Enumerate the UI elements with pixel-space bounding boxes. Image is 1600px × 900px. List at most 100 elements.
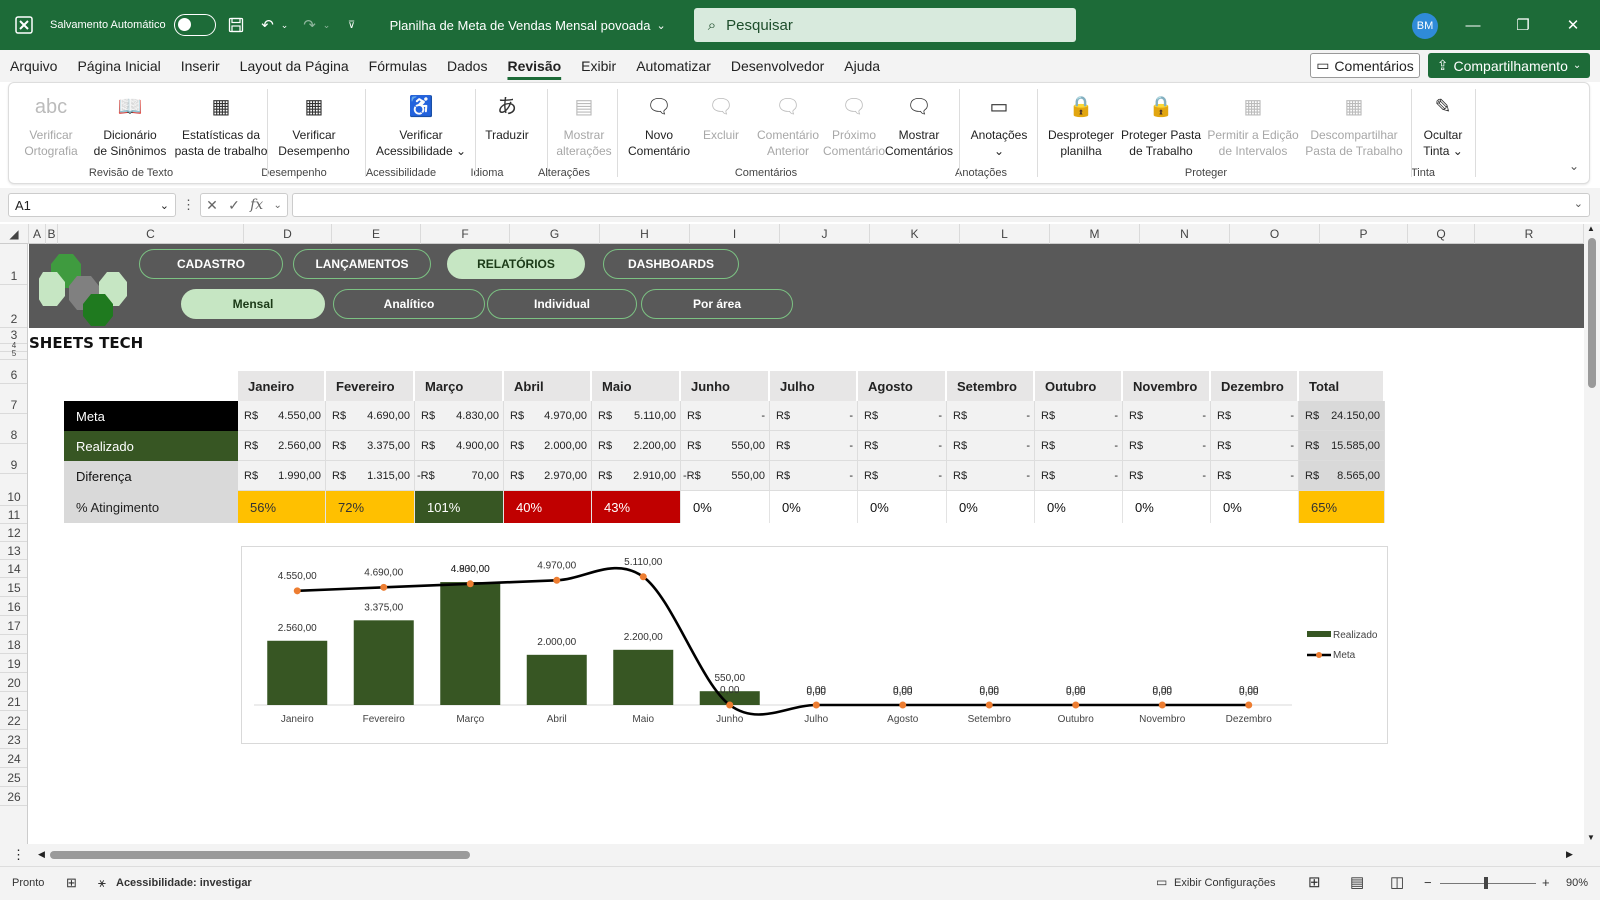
nav-top-2[interactable]: RELATÓRIOS — [447, 249, 585, 279]
pct-cell[interactable]: 0% — [1123, 491, 1211, 523]
column-header-I[interactable]: I — [690, 224, 780, 244]
document-title[interactable]: Planilha de Meta de Vendas Mensal povoad… — [390, 18, 666, 33]
sales-chart[interactable]: 2.560,00 3.375,00 4.900,00 2.000,00 2.200,00… — [241, 546, 1388, 744]
bar-realizado[interactable] — [440, 582, 501, 705]
table-cell[interactable]: R$ 2.970,00 — [504, 461, 592, 491]
pct-cell[interactable]: 56% — [238, 491, 326, 523]
zoom-level[interactable]: 90% — [1566, 877, 1588, 889]
ribbon-button-16[interactable]: ▦ Descompartilhar Pasta de Trabalho — [1299, 87, 1409, 159]
close-icon[interactable]: ✕ — [1550, 0, 1596, 50]
menu-tab-8[interactable]: Automatizar — [626, 50, 721, 82]
row-label[interactable]: % Atingimento — [64, 491, 238, 523]
column-header-R[interactable]: R — [1475, 224, 1584, 244]
vertical-scrollbar[interactable]: ▲ ▼ — [1584, 224, 1600, 844]
pct-cell[interactable]: 0% — [858, 491, 947, 523]
table-cell[interactable]: R$ 4.830,00 — [415, 401, 504, 431]
row-header-6[interactable]: 6 — [0, 360, 27, 384]
row-header-23[interactable]: 23 — [0, 730, 27, 749]
column-header-P[interactable]: P — [1320, 224, 1408, 244]
macro-record-icon[interactable]: ⊞ — [66, 875, 77, 891]
row-label[interactable]: Meta — [64, 401, 238, 431]
table-cell[interactable]: R$ 3.375,00 — [326, 431, 415, 461]
normal-view-icon[interactable]: ⊞ — [1308, 873, 1321, 891]
month-header[interactable]: Agosto — [858, 371, 947, 401]
table-cell[interactable]: -R$ 70,00 — [415, 461, 504, 491]
ribbon-button-0[interactable]: abc Verificar Ortografia — [19, 87, 83, 159]
row-label[interactable]: Diferença — [64, 461, 238, 491]
nav-sub-2[interactable]: Individual — [487, 289, 637, 319]
meta-point[interactable] — [1158, 701, 1166, 709]
nav-sub-0[interactable]: Mensal — [181, 289, 325, 319]
column-header-J[interactable]: J — [780, 224, 870, 244]
menu-tab-3[interactable]: Layout da Página — [230, 50, 359, 82]
autosave-toggle[interactable] — [173, 14, 216, 36]
pct-cell[interactable]: 0% — [1035, 491, 1123, 523]
ribbon-button-3[interactable]: ▦ Verificar Desempenho — [273, 87, 355, 159]
month-header[interactable]: Março — [415, 371, 504, 401]
save-icon[interactable] — [224, 13, 248, 37]
horizontal-scroll-thumb[interactable] — [50, 851, 470, 859]
fx-icon[interactable]: fx — [250, 197, 263, 213]
meta-point[interactable] — [466, 580, 474, 588]
month-header[interactable]: Setembro — [947, 371, 1035, 401]
row-header-22[interactable]: 22 — [0, 711, 27, 730]
column-header-L[interactable]: L — [960, 224, 1050, 244]
month-header[interactable]: Total — [1299, 371, 1385, 401]
ribbon-button-4[interactable]: ♿ Verificar Acessibilidade ⌄ — [371, 87, 471, 159]
share-button[interactable]: ⇪ Compartilhamento ⌄ — [1428, 53, 1590, 78]
meta-point[interactable] — [639, 573, 647, 581]
pct-cell[interactable]: 101% — [415, 491, 504, 523]
menu-tab-7[interactable]: Exibir — [571, 50, 626, 82]
nav-top-3[interactable]: DASHBOARDS — [603, 249, 739, 279]
meta-point[interactable] — [1072, 701, 1080, 709]
table-cell[interactable]: R$ 1.990,00 — [238, 461, 326, 491]
nav-top-1[interactable]: LANÇAMENTOS — [293, 249, 431, 279]
nav-top-0[interactable]: CADASTRO — [139, 249, 283, 279]
table-cell[interactable]: R$ - — [770, 461, 858, 491]
comments-button[interactable]: ▭ Comentários — [1310, 53, 1420, 78]
row-header-26[interactable]: 26 — [0, 787, 27, 806]
formula-input[interactable]: ⌄ — [292, 193, 1590, 217]
column-header-Q[interactable]: Q — [1408, 224, 1475, 244]
redo-icon[interactable]: ↷ — [298, 13, 322, 37]
meta-point[interactable] — [985, 701, 993, 709]
vertical-scroll-thumb[interactable] — [1588, 238, 1596, 388]
cancel-icon[interactable]: ✕ — [206, 197, 218, 214]
undo-dropdown-icon[interactable]: ⌄ — [280, 13, 290, 37]
ribbon-button-7[interactable]: 🗨 Novo Comentário — [623, 87, 695, 159]
bar-realizado[interactable] — [613, 649, 674, 705]
meta-point[interactable] — [726, 701, 734, 709]
row-header-20[interactable]: 20 — [0, 673, 27, 692]
table-cell[interactable]: R$ 550,00 — [681, 431, 770, 461]
undo-icon[interactable]: ↶ — [256, 13, 280, 37]
pct-cell[interactable]: 0% — [947, 491, 1035, 523]
menu-tab-0[interactable]: Arquivo — [0, 50, 67, 82]
bar-realizado[interactable] — [353, 620, 414, 705]
column-header-A[interactable]: A — [29, 224, 46, 244]
month-header[interactable]: Janeiro — [238, 371, 326, 401]
scroll-up-icon[interactable]: ▲ — [1587, 224, 1595, 233]
page-layout-view-icon[interactable]: ▤ — [1350, 873, 1364, 891]
row-header-5[interactable]: 5 — [0, 349, 27, 360]
row-header-14[interactable]: 14 — [0, 560, 27, 578]
month-header[interactable]: Abril — [504, 371, 592, 401]
scroll-down-icon[interactable]: ▼ — [1587, 833, 1595, 842]
name-box[interactable]: A1 ⌄ — [8, 193, 176, 217]
pct-cell[interactable]: 0% — [1211, 491, 1299, 523]
ribbon-button-6[interactable]: ▤ Mostrar alterações — [551, 87, 617, 159]
table-cell[interactable]: R$ 4.900,00 — [415, 431, 504, 461]
display-settings-icon[interactable]: ▭ — [1156, 875, 1167, 889]
nav-sub-1[interactable]: Analítico — [333, 289, 485, 319]
meta-point[interactable] — [553, 576, 561, 584]
pct-cell[interactable]: 65% — [1299, 491, 1385, 523]
table-cell[interactable]: R$ - — [858, 431, 947, 461]
scroll-left-icon[interactable]: ◀ — [38, 849, 45, 860]
row-header-11[interactable]: 11 — [0, 506, 27, 524]
ribbon-button-14[interactable]: 🔒 Proteger Pasta de Trabalho — [1119, 87, 1203, 159]
scroll-right-icon[interactable]: ▶ — [1566, 849, 1573, 860]
menu-tab-2[interactable]: Inserir — [171, 50, 230, 82]
table-cell[interactable]: R$ - — [947, 461, 1035, 491]
table-cell[interactable]: R$ - — [770, 401, 858, 431]
table-cell[interactable]: R$ - — [947, 431, 1035, 461]
row-header-19[interactable]: 19 — [0, 654, 27, 673]
